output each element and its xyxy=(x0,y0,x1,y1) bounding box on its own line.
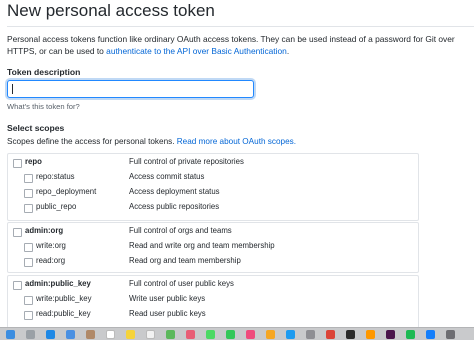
scope-description: Access deployment status xyxy=(129,187,220,196)
scopes-intro-text: Scopes define the access for personal to… xyxy=(7,137,177,146)
scope-row-write-org: write:org Read and write org and team me… xyxy=(8,240,418,254)
select-scopes-heading: Select scopes xyxy=(7,123,65,133)
notes-icon[interactable] xyxy=(126,330,135,339)
maps-icon[interactable] xyxy=(166,330,175,339)
checkbox-read-public-key[interactable] xyxy=(24,311,33,320)
scope-name: repo:status xyxy=(36,172,75,181)
scope-row-read-org: read:org Read org and team membership xyxy=(8,255,418,269)
scope-row-repo-deployment: repo_deployment Access deployment status xyxy=(8,186,418,200)
preferences-icon[interactable] xyxy=(306,330,315,339)
scope-name: admin:public_key xyxy=(25,279,91,288)
token-description-hint: What's this token for? xyxy=(7,102,80,111)
scope-group-repo: repo Full control of private repositorie… xyxy=(7,153,419,221)
itunes-icon[interactable] xyxy=(246,330,255,339)
ibooks-icon[interactable] xyxy=(266,330,275,339)
basic-auth-link[interactable]: authenticate to the API over Basic Authe… xyxy=(106,46,287,56)
safari-icon[interactable] xyxy=(46,330,55,339)
scope-name: repo_deployment xyxy=(36,187,97,196)
checkbox-write-public-key[interactable] xyxy=(24,296,33,305)
scope-group-admin-public-key: admin:public_key Full control of user pu… xyxy=(7,275,419,328)
scope-description: Access public repositories xyxy=(129,202,220,211)
photos-icon[interactable] xyxy=(186,330,195,339)
description-end: . xyxy=(286,46,290,56)
scope-row-admin-org: admin:org Full control of orgs and teams xyxy=(8,225,418,239)
scope-row-repo: repo Full control of private repositorie… xyxy=(8,156,418,170)
scope-name: write:public_key xyxy=(36,294,92,303)
checkbox-repo-status[interactable] xyxy=(24,174,33,183)
scope-description: Full control of private repositories xyxy=(129,157,244,166)
mail-icon[interactable] xyxy=(66,330,75,339)
sublime-icon[interactable] xyxy=(366,330,375,339)
checkbox-read-org[interactable] xyxy=(24,258,33,267)
token-description-label: Token description xyxy=(7,67,81,77)
scope-description: Full control of user public keys xyxy=(129,279,234,288)
scope-name: public_repo xyxy=(36,202,77,211)
scope-row-read-public-key: read:public_key Read user public keys xyxy=(8,308,418,322)
scope-description: Full control of orgs and teams xyxy=(129,226,232,235)
text-caret xyxy=(12,84,13,94)
appstore-icon[interactable] xyxy=(286,330,295,339)
checkbox-admin-org[interactable] xyxy=(13,228,22,237)
reminders-icon[interactable] xyxy=(146,330,155,339)
messages-icon[interactable] xyxy=(206,330,215,339)
scope-description: Read user public keys xyxy=(129,309,206,318)
macos-dock xyxy=(0,327,474,340)
scope-name: read:public_key xyxy=(36,309,91,318)
checkbox-public-repo[interactable] xyxy=(24,204,33,213)
checkbox-write-org[interactable] xyxy=(24,243,33,252)
finder-icon[interactable] xyxy=(6,330,15,339)
spotify-icon[interactable] xyxy=(406,330,415,339)
launchpad-icon[interactable] xyxy=(26,330,35,339)
title-divider xyxy=(7,26,474,27)
calendar-icon[interactable] xyxy=(106,330,115,339)
scope-name: repo xyxy=(25,157,42,166)
scope-description: Write user public keys xyxy=(129,294,206,303)
scope-name: read:org xyxy=(36,256,66,265)
checkbox-repo-deployment[interactable] xyxy=(24,189,33,198)
checkbox-repo[interactable] xyxy=(13,159,22,168)
scope-name: write:org xyxy=(36,241,66,250)
scope-description: Read and write org and team membership xyxy=(129,241,275,250)
terminal-icon[interactable] xyxy=(346,330,355,339)
page-description: Personal access tokens function like ord… xyxy=(7,33,472,57)
scope-name: admin:org xyxy=(25,226,64,235)
scopes-intro: Scopes define the access for personal to… xyxy=(7,137,296,146)
scope-row-write-public-key: write:public_key Write user public keys xyxy=(8,293,418,307)
xcode-icon[interactable] xyxy=(426,330,435,339)
scope-row-public-repo: public_repo Access public repositories xyxy=(8,201,418,215)
scope-group-admin-org: admin:org Full control of orgs and teams… xyxy=(7,222,419,273)
scope-description: Access commit status xyxy=(129,172,205,181)
scope-row-repo-status: repo:status Access commit status xyxy=(8,171,418,185)
page-title: New personal access token xyxy=(7,1,215,20)
slack-icon[interactable] xyxy=(386,330,395,339)
scope-row-admin-public-key: admin:public_key Full control of user pu… xyxy=(8,278,418,292)
chrome-icon[interactable] xyxy=(326,330,335,339)
contacts-icon[interactable] xyxy=(86,330,95,339)
token-description-input[interactable] xyxy=(7,80,254,98)
trash-icon[interactable] xyxy=(446,330,455,339)
facetime-icon[interactable] xyxy=(226,330,235,339)
oauth-scopes-link[interactable]: Read more about OAuth scopes. xyxy=(177,137,296,146)
scope-description: Read org and team membership xyxy=(129,256,241,265)
checkbox-admin-public-key[interactable] xyxy=(13,281,22,290)
